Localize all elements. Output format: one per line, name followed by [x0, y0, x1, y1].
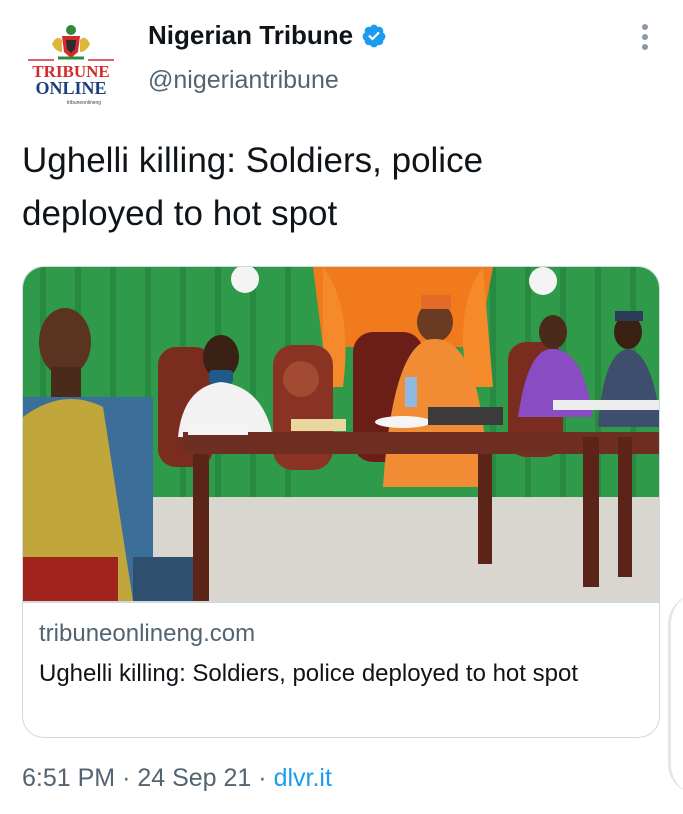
logo-line2: ONLINE	[35, 78, 106, 98]
tweet-view: TRIBUNE ONLINE tribuneonlineng Nigerian …	[0, 0, 683, 814]
card-domain: tribuneonlineng.com	[39, 620, 256, 647]
logo-subtext: tribuneonlineng	[67, 100, 101, 106]
meta-separator: ·	[258, 764, 267, 792]
card-divider	[23, 601, 659, 603]
tweet-date[interactable]: 24 Sep 21	[137, 764, 251, 792]
tweet-meta: 6:51 PM · 24 Sep 21 · dlvr.it	[22, 764, 332, 793]
author-handle[interactable]: @nigeriantribune	[148, 66, 339, 95]
author-name[interactable]: Nigerian Tribune	[148, 20, 353, 51]
tweet-text-line: Ughelli killing: Soldiers, police	[22, 141, 484, 180]
tweet-text-line: deployed to hot spot	[22, 194, 338, 233]
link-preview-card[interactable]: tribuneonlineng.com Ughelli killing: Sol…	[22, 266, 660, 738]
more-options-icon[interactable]	[634, 22, 656, 52]
meta-separator: ·	[122, 764, 131, 792]
author-avatar[interactable]: TRIBUNE ONLINE tribuneonlineng	[22, 18, 120, 106]
card-title: Ughelli killing: Soldiers, police deploy…	[39, 660, 578, 687]
author-name-row[interactable]: Nigerian Tribune	[148, 20, 387, 51]
more-dot	[642, 34, 648, 40]
card-photo[interactable]	[23, 267, 660, 601]
more-dot	[642, 44, 648, 50]
more-dot	[642, 24, 648, 30]
tweet-text: Ughelli killing: Soldiers, police deploy…	[22, 134, 642, 240]
tweet-source-link[interactable]: dlvr.it	[274, 764, 332, 792]
coat-of-arms-icon	[52, 25, 90, 60]
edge-decoration	[668, 594, 683, 794]
verified-badge-icon	[362, 24, 386, 47]
tweet-time[interactable]: 6:51 PM	[22, 764, 115, 792]
